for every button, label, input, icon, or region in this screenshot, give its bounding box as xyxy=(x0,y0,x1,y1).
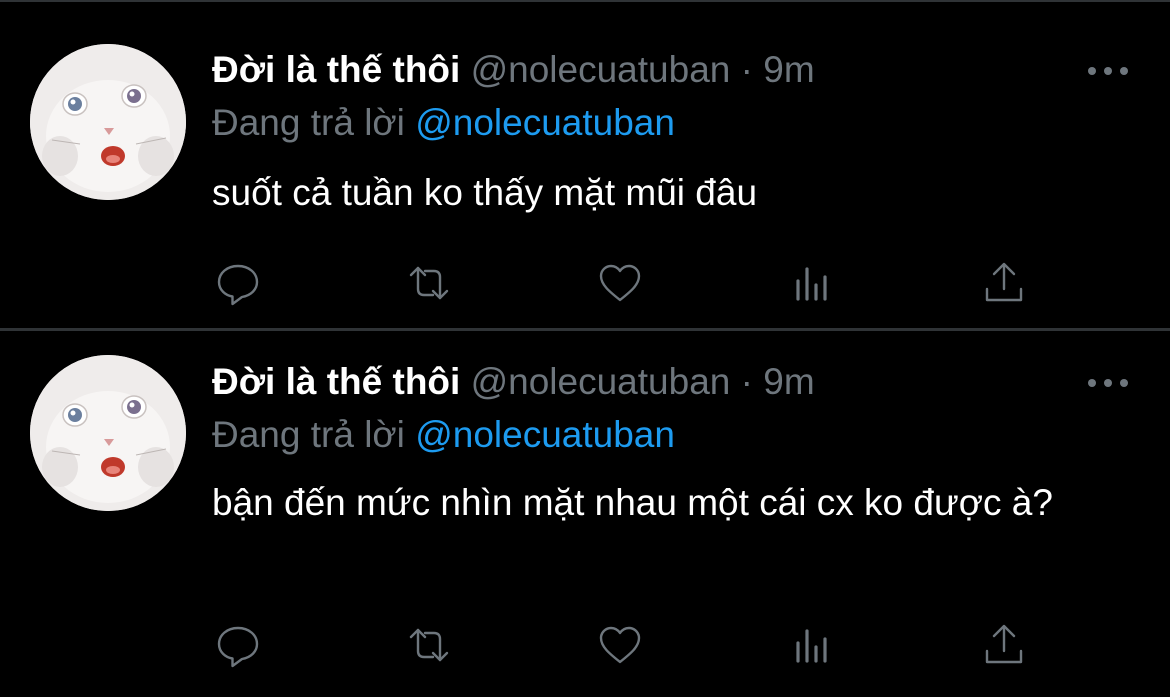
separator-dot: · xyxy=(740,49,753,90)
share-button[interactable] xyxy=(978,619,1030,671)
author-name[interactable]: Đời là thế thôi xyxy=(212,49,460,90)
reply-icon xyxy=(217,626,259,668)
replying-to-mention[interactable]: @nolecuatuban xyxy=(415,102,675,143)
share-icon xyxy=(985,262,1023,302)
author-handle[interactable]: @nolecuatuban xyxy=(471,49,731,90)
like-icon xyxy=(599,264,641,302)
tweet-text: bận đến mức nhìn mặt nhau một cái cx ko … xyxy=(212,482,1053,523)
retweet-button[interactable] xyxy=(403,257,455,309)
retweet-icon xyxy=(409,266,449,300)
avatar[interactable] xyxy=(30,355,186,511)
replying-to-label: Đang trả lời xyxy=(212,414,405,455)
tweet[interactable]: Đời là thế thôi @nolecuatuban · 9m Đang … xyxy=(0,0,1170,330)
reply-button[interactable] xyxy=(212,257,264,309)
retweet-icon xyxy=(409,628,449,662)
more-dot-icon xyxy=(1120,67,1128,75)
more-options-button[interactable] xyxy=(1084,371,1132,395)
more-dot-icon xyxy=(1120,379,1128,387)
more-dot-icon xyxy=(1088,67,1096,75)
author-handle[interactable]: @nolecuatuban xyxy=(471,361,731,402)
replying-to: Đang trả lời @nolecuatuban xyxy=(212,413,675,457)
cat-avatar-image xyxy=(30,355,186,511)
share-icon xyxy=(985,624,1023,664)
replying-to: Đang trả lời @nolecuatuban xyxy=(212,101,675,145)
tweet-time[interactable]: 9m xyxy=(763,49,814,90)
tweet-header: Đời là thế thôi @nolecuatuban · 9m xyxy=(212,48,815,92)
like-button[interactable] xyxy=(594,619,646,671)
more-options-button[interactable] xyxy=(1084,59,1132,83)
like-button[interactable] xyxy=(594,257,646,309)
author-name[interactable]: Đời là thế thôi xyxy=(212,361,460,402)
like-icon xyxy=(599,626,641,664)
tweet-header: Đời là thế thôi @nolecuatuban · 9m xyxy=(212,360,815,404)
tweet-actions xyxy=(0,619,1170,671)
replying-to-mention[interactable]: @nolecuatuban xyxy=(415,414,675,455)
replying-to-label: Đang trả lời xyxy=(212,102,405,143)
tweet[interactable]: Đời là thế thôi @nolecuatuban · 9m Đang … xyxy=(0,331,1170,697)
tweet-time[interactable]: 9m xyxy=(763,361,814,402)
analytics-button[interactable] xyxy=(786,619,838,671)
share-button[interactable] xyxy=(978,257,1030,309)
retweet-button[interactable] xyxy=(403,619,455,671)
analytics-icon xyxy=(796,267,827,301)
tweet-text: suốt cả tuần ko thấy mặt mũi đâu xyxy=(212,172,758,213)
analytics-icon xyxy=(796,629,827,663)
separator-dot: · xyxy=(740,361,753,402)
more-dot-icon xyxy=(1104,67,1112,75)
reply-icon xyxy=(217,264,259,306)
analytics-button[interactable] xyxy=(786,257,838,309)
reply-button[interactable] xyxy=(212,619,264,671)
more-dot-icon xyxy=(1088,379,1096,387)
more-dot-icon xyxy=(1104,379,1112,387)
tweet-actions xyxy=(0,257,1170,309)
avatar[interactable] xyxy=(30,44,186,200)
cat-avatar-image xyxy=(30,44,186,200)
